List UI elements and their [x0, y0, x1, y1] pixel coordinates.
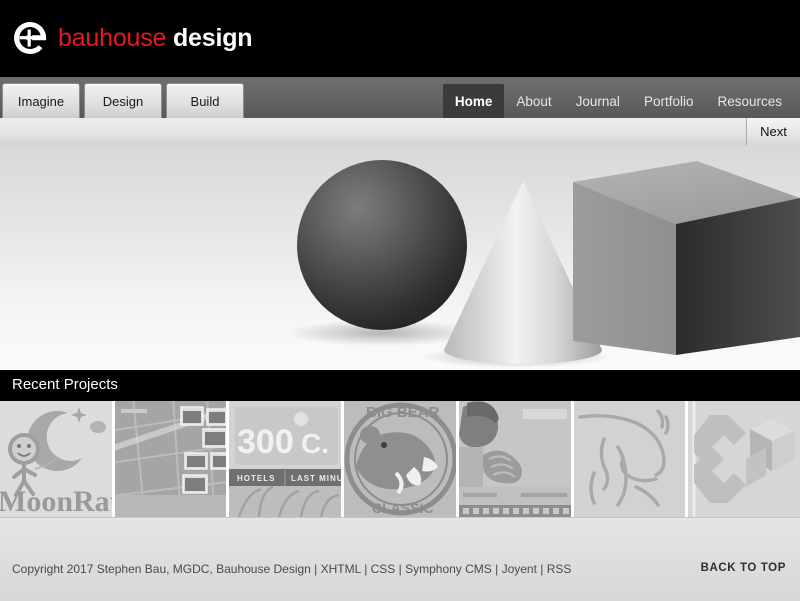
sub-toolbar: Next: [0, 118, 800, 146]
copyright-text: Copyright 2017 Stephen Bau, MGDC, Bauhou…: [12, 562, 572, 576]
hero-shapes-illustration: [286, 160, 800, 368]
thumb-bigbear-top: BIG BEAR: [366, 404, 440, 421]
horse-lineart-artwork: [573, 401, 686, 517]
big-bear-classic-artwork: BIG BEAR CLASSIC: [344, 401, 456, 517]
site-header: bauhouse design: [0, 0, 800, 77]
site-logo[interactable]: bauhouse design: [12, 20, 253, 56]
hotels-300c-artwork: 300 C. HOTELS LAST MINUT: [229, 401, 342, 517]
tab-design[interactable]: Design: [84, 83, 162, 119]
moonrat-caption: MoonRat: [0, 485, 112, 517]
hero-banner: [0, 145, 800, 370]
tab-design-label: Design: [102, 94, 144, 109]
prayer-photo-artwork: [458, 401, 571, 517]
tab-imagine-label: Imagine: [17, 94, 65, 109]
section-tabs: Imagine Design Build: [2, 83, 244, 119]
nav-item-journal[interactable]: Journal: [564, 84, 632, 118]
nav-item-portfolio[interactable]: Portfolio: [632, 84, 706, 118]
thumb-300c-suffix: C.: [301, 428, 329, 459]
thumbnail-isometric-logo[interactable]: [688, 401, 800, 517]
nav-item-about-label: About: [516, 93, 552, 109]
page-root: bauhouse design Imagine Design Build Hom…: [0, 0, 800, 601]
thumb-hotels-label: HOTELS: [237, 474, 275, 483]
brand-first: bauhouse: [58, 24, 167, 52]
nav-item-home[interactable]: Home: [442, 84, 505, 118]
tab-imagine[interactable]: Imagine: [2, 83, 80, 119]
moonrat-artwork: MoonRat: [0, 401, 112, 517]
thumb-bigbear-bottom: CLASSIC: [372, 500, 433, 516]
tab-build[interactable]: Build: [166, 83, 244, 119]
recent-projects-bar: Recent Projects: [0, 370, 800, 401]
recent-projects-strip: MoonRat 300 C. HOTELS LAST MINUT BIG BEA…: [0, 401, 800, 517]
isometric-logo-artwork: [688, 401, 800, 517]
recent-projects-heading: Recent Projects: [12, 376, 118, 393]
thumbnail-300c-hotels[interactable]: 300 C. HOTELS LAST MINUT: [229, 401, 342, 517]
brand-second: design: [166, 24, 253, 52]
thumbnail-map-photos[interactable]: [114, 401, 227, 517]
next-button-label: Next: [760, 124, 787, 139]
nav-item-journal-label: Journal: [575, 93, 620, 109]
brand-wordmark: bauhouse design: [58, 20, 253, 56]
primary-nav: Home About Journal Portfolio Resources: [442, 84, 794, 118]
back-to-top-link[interactable]: BACK TO TOP: [701, 562, 786, 574]
nav-item-home-label: Home: [454, 93, 493, 109]
site-footer: Copyright 2017 Stephen Bau, MGDC, Bauhou…: [0, 517, 800, 601]
next-button[interactable]: Next: [746, 118, 800, 145]
nav-item-portfolio-label: Portfolio: [643, 93, 694, 109]
main-navbar: Imagine Design Build Home About Journal …: [0, 77, 800, 119]
thumb-lastminute-label: LAST MINUT: [291, 474, 341, 483]
thumbnail-big-bear-classic[interactable]: BIG BEAR CLASSIC: [344, 401, 456, 517]
tab-build-label: Build: [190, 94, 220, 109]
nav-item-resources-label: Resources: [717, 93, 782, 109]
nav-item-about[interactable]: About: [504, 84, 563, 118]
bauhouse-circle-e-icon: [12, 20, 48, 56]
map-photos-artwork: [114, 401, 227, 517]
thumb-300c-title: 300: [237, 423, 294, 461]
thumbnail-prayer-photo[interactable]: [458, 401, 571, 517]
thumbnail-horse-lineart[interactable]: [573, 401, 686, 517]
thumbnail-moonrat[interactable]: MoonRat: [0, 401, 112, 517]
nav-item-resources[interactable]: Resources: [705, 84, 794, 118]
